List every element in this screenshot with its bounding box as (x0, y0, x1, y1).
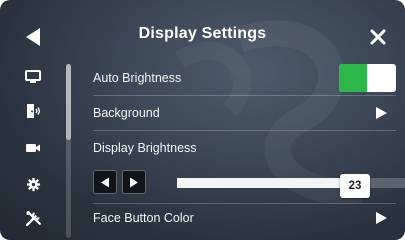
face-button-color-row[interactable]: Face Button Color (84, 203, 396, 235)
background-label: Background (93, 106, 160, 120)
gear-icon (26, 177, 40, 191)
divider (93, 203, 396, 204)
toggle-on-indicator (339, 64, 367, 92)
chevron-right-icon (376, 212, 387, 224)
brightness-slider-fill (177, 178, 355, 188)
sidebar-item-camera[interactable] (18, 133, 48, 163)
triangle-left-icon (101, 177, 109, 187)
background-row[interactable]: Background (84, 96, 396, 131)
divider (93, 130, 396, 131)
sidebar-item-tools[interactable] (18, 203, 48, 233)
close-button[interactable] (365, 24, 391, 50)
auto-brightness-toggle[interactable] (339, 64, 396, 92)
door-sound-icon (27, 104, 40, 118)
brightness-decrease-button[interactable] (93, 170, 117, 194)
scrollbar[interactable] (66, 64, 71, 238)
brightness-increase-button[interactable] (122, 170, 146, 194)
page-title: Display Settings (138, 25, 267, 42)
brightness-slider-handle[interactable]: 23 (340, 174, 370, 198)
sidebar (18, 60, 48, 240)
sidebar-item-door[interactable] (18, 96, 48, 126)
tools-icon (25, 210, 41, 226)
brightness-slider[interactable]: 23 (177, 174, 405, 198)
chevron-right-icon (376, 107, 387, 119)
scrollbar-thumb[interactable] (66, 64, 71, 140)
sidebar-item-display[interactable] (18, 62, 48, 92)
display-settings-screen: Display Settings Auto Brightness Backgro… (0, 0, 405, 240)
camera-icon (26, 144, 40, 152)
sidebar-item-settings[interactable] (18, 169, 48, 199)
monitor-icon (25, 70, 41, 83)
triangle-right-icon (130, 177, 138, 187)
close-icon (370, 29, 386, 45)
display-brightness-label: Display Brightness (93, 141, 197, 155)
face-button-color-label: Face Button Color (93, 211, 194, 225)
header: Display Settings (0, 0, 405, 56)
display-brightness-row: Display Brightness 23 (84, 132, 405, 202)
auto-brightness-label: Auto Brightness (93, 71, 182, 85)
auto-brightness-row: Auto Brightness (84, 61, 396, 96)
brightness-controls: 23 (93, 170, 405, 198)
